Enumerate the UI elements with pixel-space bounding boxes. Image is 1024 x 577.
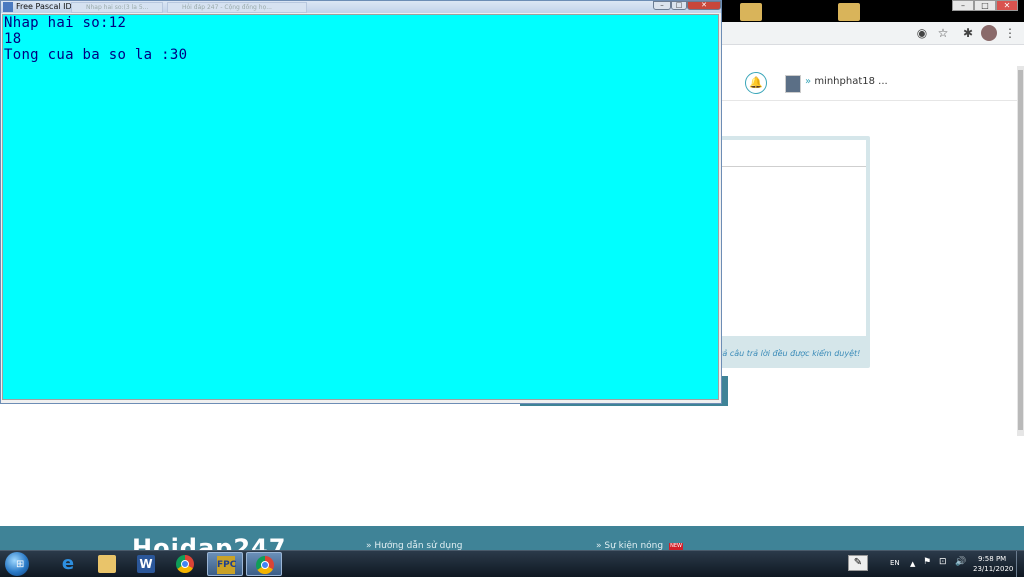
- bell-icon[interactable]: 🔔: [745, 72, 767, 94]
- chrome-icon: [256, 556, 274, 574]
- site-footer: Hoidap247 » Hướng dẫn sử dụng » Sự kiện …: [0, 526, 1024, 550]
- action-center-flag-icon[interactable]: ⚑: [923, 557, 931, 567]
- background-browser-tabs: Nhap hai so:(3 la 5... Hỏi đáp 247 - Cộn…: [71, 2, 311, 13]
- console-line: Tong cua ba so la :30: [4, 47, 188, 63]
- divider: [712, 166, 866, 167]
- answer-card: [712, 136, 870, 368]
- desktop-folder-icon[interactable]: [838, 3, 860, 21]
- taskbar-internet-explorer[interactable]: e: [50, 552, 86, 576]
- chevron-icon: »: [805, 76, 812, 87]
- console-line: Nhap hai so:12: [4, 15, 127, 31]
- browser-maximize-button[interactable]: □: [974, 0, 996, 11]
- clock-time[interactable]: 9:58 PM: [978, 555, 1006, 563]
- free-pascal-icon: FPC: [217, 556, 236, 574]
- sticky-notes-icon[interactable]: ✎: [848, 555, 868, 571]
- maximize-button[interactable]: □: [671, 1, 687, 10]
- minimize-button[interactable]: –: [653, 1, 671, 10]
- browser-minimize-button[interactable]: –: [952, 0, 974, 11]
- profile-icon[interactable]: [981, 25, 997, 41]
- show-desktop-button[interactable]: [1016, 551, 1024, 577]
- close-button[interactable]: ✕: [687, 1, 721, 10]
- language-indicator[interactable]: EN: [890, 559, 900, 567]
- moderation-note: cả câu trả lời đều được kiểm duyệt!: [718, 349, 861, 358]
- browser-tab[interactable]: Nhap hai so:(3 la 5...: [71, 2, 163, 13]
- footer-link-events[interactable]: » Sự kiện nóng: [596, 541, 663, 550]
- chrome-icon: [176, 555, 194, 573]
- taskbar-chrome-window[interactable]: [246, 552, 282, 576]
- word-icon: W: [137, 555, 155, 573]
- username-label: minhphat18 ...: [814, 76, 888, 87]
- footer-logo[interactable]: Hoidap247: [132, 534, 286, 550]
- eye-icon[interactable]: ◉: [914, 25, 930, 41]
- scrollbar-thumb[interactable]: [1018, 70, 1023, 430]
- menu-icon[interactable]: ⋮: [1002, 25, 1018, 41]
- clock-date[interactable]: 23/11/2020: [973, 565, 1013, 573]
- console-line: 18: [4, 31, 22, 47]
- window-title: Free Pascal IDE: [16, 2, 77, 11]
- free-pascal-window[interactable]: Free Pascal IDE Nhap hai so:(3 la 5... H…: [0, 0, 722, 404]
- free-pascal-app-icon: [3, 2, 13, 12]
- user-menu[interactable]: » minhphat18 ...: [805, 76, 888, 87]
- new-badge: NEW: [669, 543, 683, 550]
- start-button[interactable]: ⊞: [5, 552, 29, 576]
- taskbar-free-pascal[interactable]: FPC: [207, 552, 243, 576]
- extensions-icon[interactable]: ✱: [960, 25, 976, 41]
- window-titlebar[interactable]: Free Pascal IDE Nhap hai so:(3 la 5... H…: [1, 1, 721, 13]
- browser-window-controls: – □ ✕: [928, 0, 1024, 12]
- window-controls: – □ ✕: [653, 1, 721, 10]
- internet-explorer-icon: e: [61, 553, 75, 574]
- taskbar-chrome[interactable]: [167, 552, 203, 576]
- show-hidden-icons-arrow[interactable]: ▲: [910, 560, 915, 568]
- volume-icon[interactable]: 🔊: [955, 557, 966, 567]
- browser-toolbar: ◉ ☆ ✱ ⋮: [720, 22, 1024, 45]
- console-output[interactable]: Nhap hai so:12 18 Tong cua ba so la :30: [2, 14, 719, 400]
- browser-tab[interactable]: Hỏi đáp 247 - Cộng đồng họ...: [167, 2, 307, 13]
- answer-card-body: [712, 140, 866, 336]
- star-icon[interactable]: ☆: [935, 25, 951, 41]
- taskbar: ⊞ e W FPC ✎ EN ▲ ⚑ ⊡ 🔊 9:58 PM 23/11/202…: [0, 550, 1024, 577]
- footer-link-guide[interactable]: » Hướng dẫn sử dụng: [366, 541, 463, 550]
- taskbar-word[interactable]: W: [128, 552, 164, 576]
- browser-close-button[interactable]: ✕: [996, 0, 1018, 11]
- taskbar-file-explorer[interactable]: [89, 552, 125, 576]
- desktop-folder-icon[interactable]: [740, 3, 762, 21]
- windows-logo-icon: ⊞: [16, 559, 25, 570]
- avatar[interactable]: [785, 75, 801, 93]
- network-icon[interactable]: ⊡: [939, 557, 947, 567]
- folder-icon: [98, 555, 116, 573]
